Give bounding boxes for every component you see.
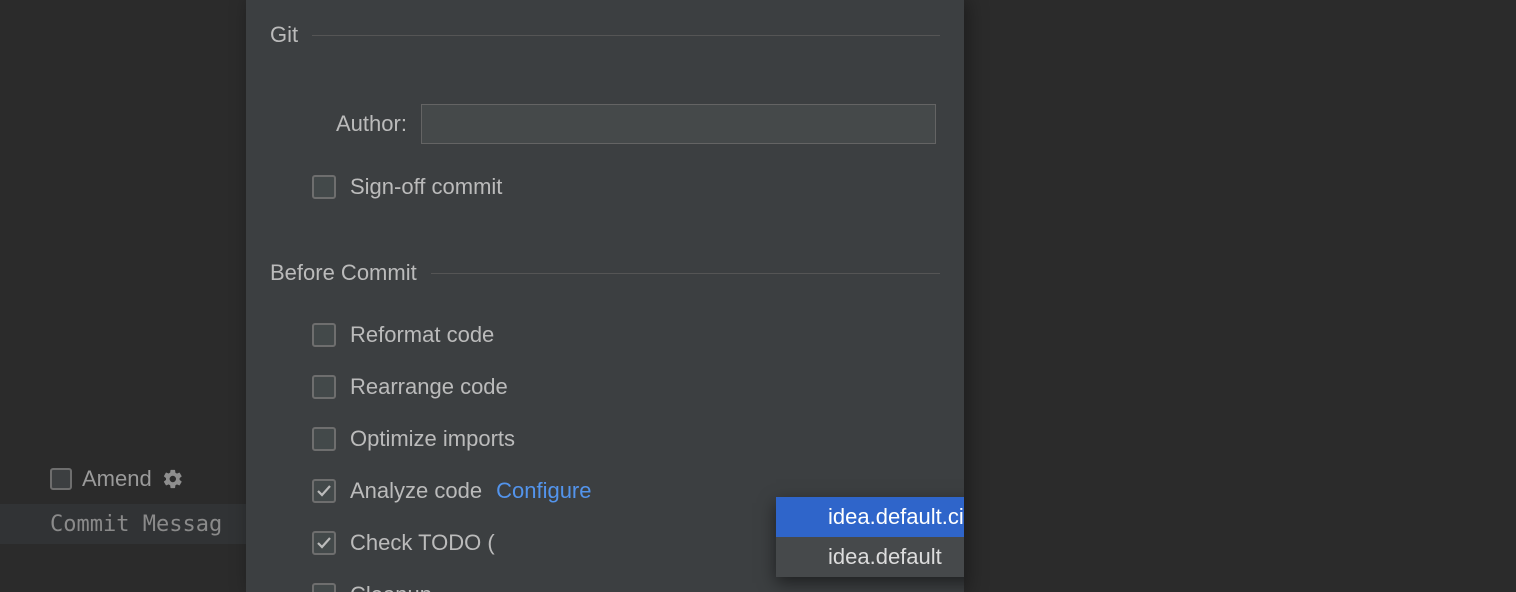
- option-rearrange[interactable]: Rearrange code: [312, 368, 964, 406]
- checkbox-cleanup[interactable]: [312, 583, 336, 592]
- commit-message-header: Commit Messag: [0, 504, 246, 544]
- commit-message-label: Commit Messag: [50, 512, 222, 537]
- checkbox-analyze[interactable]: [312, 479, 336, 503]
- git-options-list: Sign-off commit: [246, 168, 964, 206]
- section-header-git: Git: [246, 22, 964, 48]
- option-optimize[interactable]: Optimize imports: [312, 420, 964, 458]
- dropdown-item-label: idea.default.ci: [828, 504, 964, 530]
- option-reformat[interactable]: Reformat code: [312, 316, 964, 354]
- option-label: Optimize imports: [350, 426, 515, 452]
- section-title-git: Git: [270, 22, 298, 48]
- configure-dropdown: idea.default.ci idea.default: [776, 497, 964, 577]
- option-label: Analyze code: [350, 478, 482, 504]
- author-label: Author:: [336, 111, 407, 137]
- commit-options-panel: Git Author: Sign-off commit Before Commi…: [246, 0, 964, 592]
- divider: [312, 35, 940, 36]
- amend-label: Amend: [82, 466, 152, 492]
- section-header-before-commit: Before Commit: [246, 260, 964, 286]
- option-label: Reformat code: [350, 322, 494, 348]
- author-input[interactable]: [421, 104, 936, 144]
- checkbox-rearrange[interactable]: [312, 375, 336, 399]
- option-cleanup[interactable]: Cleanup: [312, 576, 964, 592]
- gear-icon[interactable]: [162, 468, 184, 490]
- checkbox-optimize[interactable]: [312, 427, 336, 451]
- dropdown-item[interactable]: idea.default.ci: [776, 497, 964, 537]
- divider: [431, 273, 940, 274]
- option-signoff[interactable]: Sign-off commit: [312, 168, 964, 206]
- commit-tool-left-pane: Amend Commit Messag: [0, 0, 246, 592]
- option-label: Check TODO (: [350, 530, 495, 556]
- dropdown-item-label: idea.default: [828, 544, 942, 570]
- amend-row: Amend: [50, 466, 184, 492]
- analyze-configure-link[interactable]: Configure: [496, 478, 591, 504]
- option-label: Cleanup: [350, 582, 432, 592]
- option-label: Sign-off commit: [350, 174, 502, 200]
- checkbox-signoff[interactable]: [312, 175, 336, 199]
- author-row: Author:: [246, 104, 964, 144]
- dropdown-item[interactable]: idea.default: [776, 537, 964, 577]
- amend-checkbox[interactable]: [50, 468, 72, 490]
- section-title-before: Before Commit: [270, 260, 417, 286]
- checkbox-reformat[interactable]: [312, 323, 336, 347]
- option-label: Rearrange code: [350, 374, 508, 400]
- checkbox-check-todo[interactable]: [312, 531, 336, 555]
